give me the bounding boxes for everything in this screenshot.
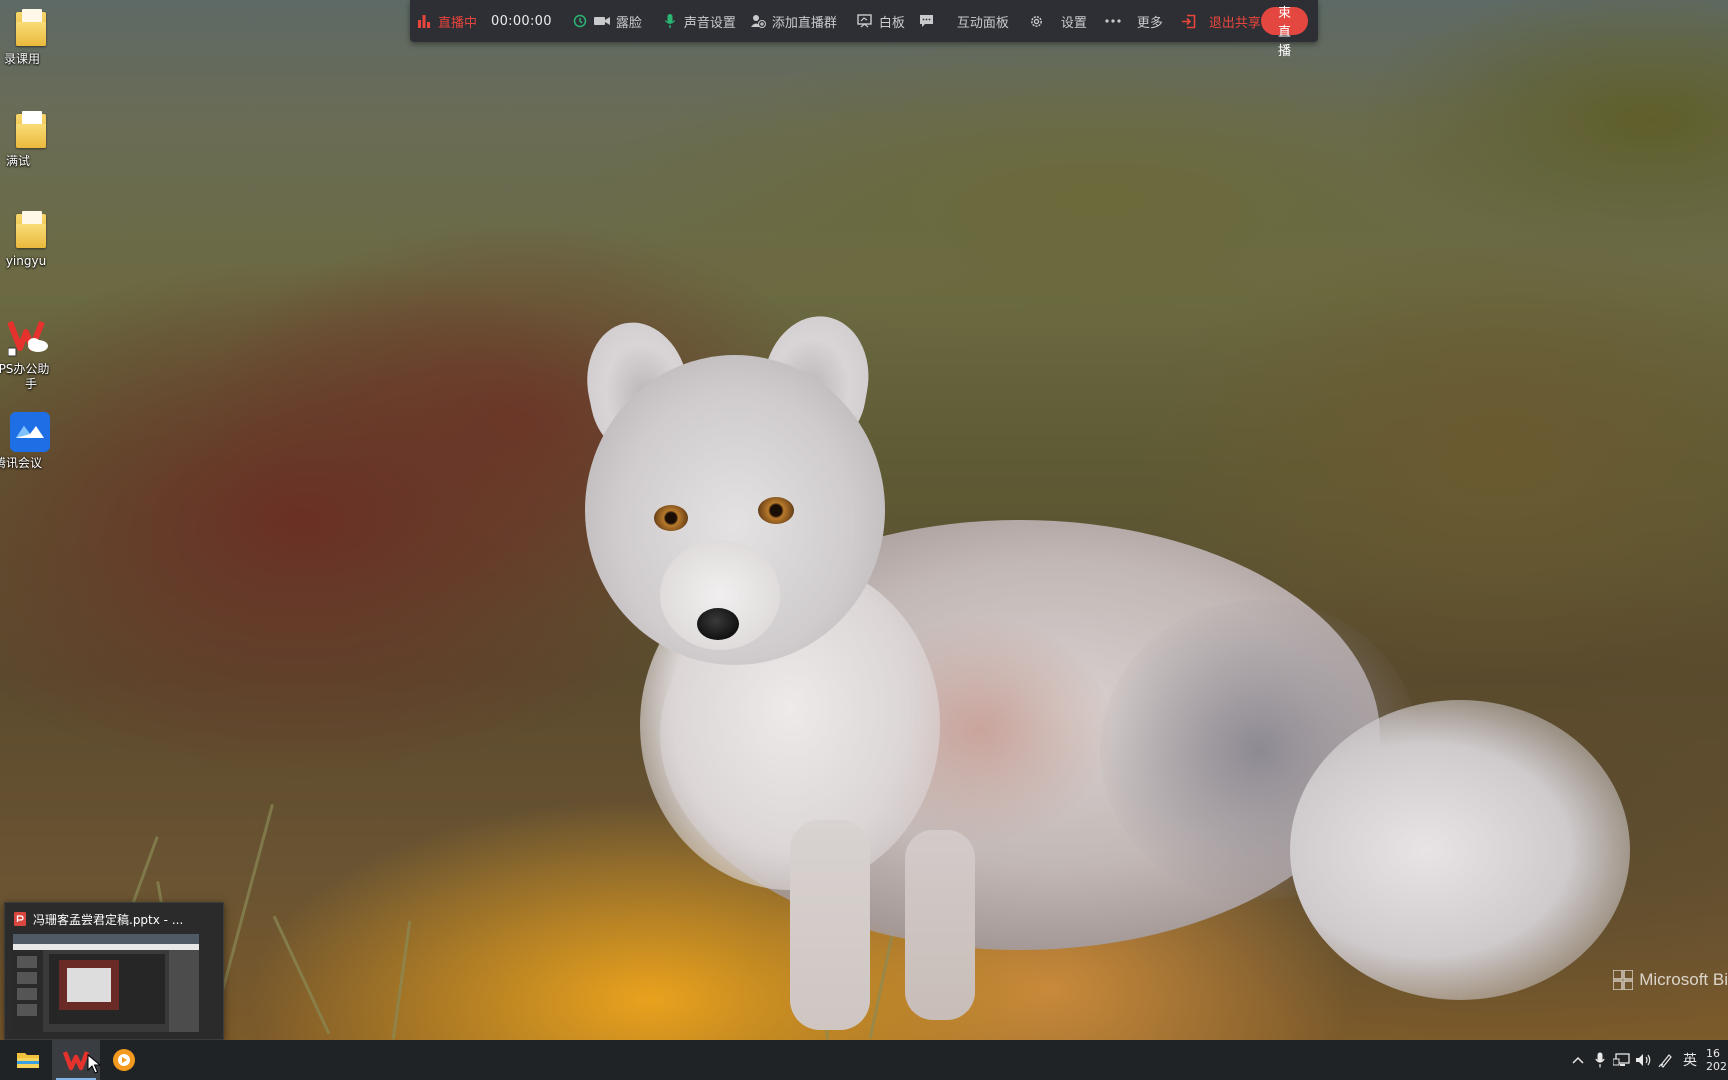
exit-share-button[interactable]: 退出共享 [1181, 12, 1261, 31]
desktop-icon-folder-3[interactable]: yingyu [0, 210, 62, 269]
camera-label: 露脸 [615, 15, 642, 31]
add-live-group-label: 添加直播群 [771, 15, 837, 31]
clock-date: 202 [1706, 1060, 1727, 1073]
tray-microphone-icon[interactable] [1589, 1040, 1611, 1080]
desktop-icon-folder-1[interactable]: 录课用 [0, 8, 62, 67]
end-live-button[interactable]: 结束直播 [1260, 0, 1308, 59]
tray-pen-icon[interactable] [1655, 1040, 1677, 1080]
desktop-icon-label: 腾讯会议 [0, 456, 42, 470]
taskbar-file-explorer[interactable] [4, 1040, 52, 1080]
desktop-icon-folder-2[interactable]: 满试 [0, 110, 62, 169]
desktop-icon-label: PS办公助 手 [0, 362, 50, 391]
desktop-icon-tencent-meeting[interactable]: 腾讯会议 [0, 412, 62, 471]
wps-assistant-icon [8, 318, 48, 358]
chat-bubble-icon [919, 13, 935, 29]
live-app-icon [113, 1049, 135, 1071]
add-group-icon [750, 13, 766, 29]
more-label: 更多 [1136, 15, 1163, 31]
tencent-meeting-icon [10, 412, 50, 452]
live-timer: 00:00:00 [491, 13, 552, 29]
live-status: 直播中 [416, 12, 477, 31]
file-explorer-icon [17, 1053, 39, 1068]
tray-ime-indicator[interactable]: 英 [1677, 1040, 1703, 1080]
taskbar-window-preview[interactable]: 冯珊客孟尝君定稿.pptx - ... [4, 902, 224, 1040]
system-tray: 英 16 202 [1567, 1040, 1728, 1080]
pptx-file-icon [14, 912, 26, 926]
tray-overflow-chevron-icon[interactable] [1567, 1040, 1589, 1080]
settings-button[interactable]: 设置 [1029, 12, 1087, 31]
live-toolbar: 直播中 00:00:00 露脸 声音设置 添加直播群 白板 互动面板 设置 更多… [410, 0, 1318, 59]
live-status-label: 直播中 [438, 15, 478, 31]
gear-icon [1029, 13, 1045, 29]
camera-icon [593, 13, 610, 29]
exit-icon [1181, 13, 1197, 29]
wps-icon [63, 1051, 89, 1071]
live-bars-icon [416, 13, 432, 29]
bing-watermark: Microsoft Bi [1613, 970, 1728, 990]
folder-icon [14, 210, 48, 250]
windows-logo-icon [1613, 970, 1634, 990]
tray-clock[interactable]: 16 202 [1703, 1047, 1728, 1073]
desktop-icon-wps-assistant[interactable]: PS办公助 手 [0, 318, 62, 392]
interaction-panel-button[interactable]: 互动面板 [919, 12, 1009, 31]
desktop-icon-label: 录课用 [3, 52, 40, 66]
watermark-text: Microsoft Bi [1639, 970, 1728, 989]
preview-thumbnail [13, 934, 199, 1032]
clock-time: 16 [1706, 1047, 1720, 1060]
audio-settings-button[interactable]: 声音设置 [662, 12, 736, 31]
audio-settings-label: 声音设置 [683, 15, 736, 31]
timer-circle-icon [572, 13, 588, 29]
desktop-wallpaper [0, 0, 1728, 1040]
taskbar-live-app[interactable] [100, 1040, 148, 1080]
tray-network-icon[interactable] [1611, 1040, 1633, 1080]
more-button[interactable]: 更多 [1105, 12, 1163, 31]
preview-title: 冯珊客孟尝君定稿.pptx - ... [13, 909, 183, 929]
folder-icon [14, 110, 48, 150]
tray-volume-icon[interactable] [1633, 1040, 1655, 1080]
add-live-group-button[interactable]: 添加直播群 [750, 12, 837, 31]
folder-icon [14, 8, 48, 48]
more-dots-icon [1105, 13, 1121, 29]
whiteboard-button[interactable]: 白板 [857, 12, 905, 31]
exit-share-label: 退出共享 [1208, 15, 1261, 31]
interaction-panel-label: 互动面板 [956, 15, 1009, 31]
whiteboard-label: 白板 [878, 15, 905, 31]
preview-title-text: 冯珊客孟尝君定稿.pptx - ... [33, 912, 184, 927]
desktop-icon-label: yingyu [5, 254, 47, 268]
arctic-fox-photo [0, 0, 1728, 1040]
taskbar: 英 16 202 [0, 1040, 1728, 1080]
desktop-icon-label: 满试 [5, 154, 30, 168]
microphone-icon [662, 13, 678, 29]
settings-label: 设置 [1060, 15, 1087, 31]
camera-button[interactable]: 露脸 [572, 12, 642, 31]
whiteboard-icon [857, 13, 873, 29]
